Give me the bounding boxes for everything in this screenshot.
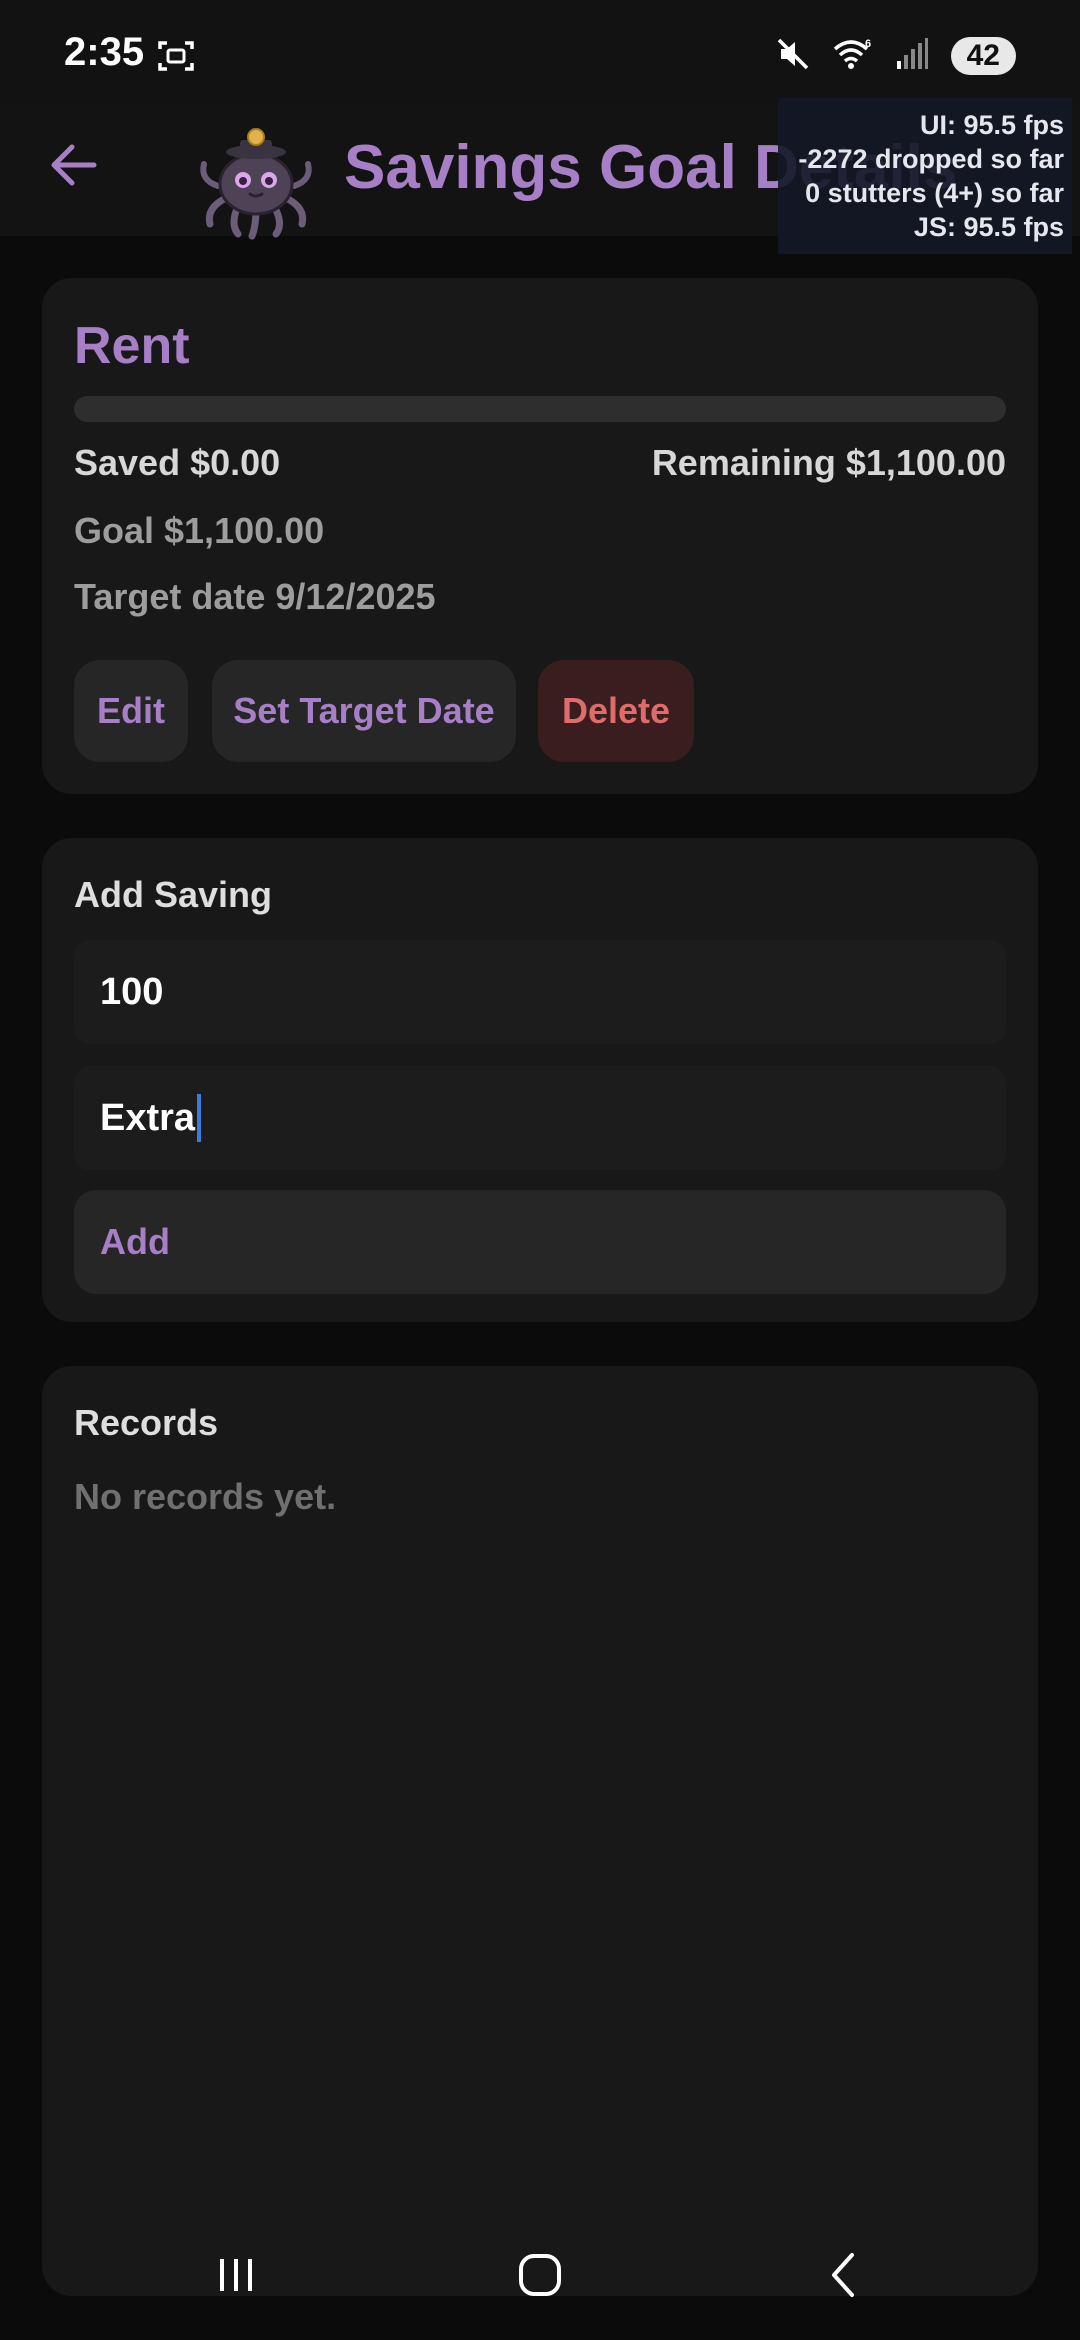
set-target-date-button[interactable]: Set Target Date [212,660,516,762]
amount-input-value: 100 [100,970,164,1013]
records-empty-message: No records yet. [74,1476,337,1517]
add-saving-button[interactable]: Add [74,1190,1006,1294]
goal-summary-card: Rent Saved $0.00 Remaining $1,100.00 Goa… [42,278,1038,794]
perf-dropped-frames: -2272 dropped so far [798,144,1064,174]
goal-amount: Goal $1,100.00 [74,510,325,551]
home-icon [519,2254,561,2296]
back-button[interactable] [40,132,106,198]
app-screen: 2:35 6 42 Savings Goal Details UI: 95.5 … [0,0,1080,2340]
perf-monitor-overlay: UI: 95.5 fps -2272 dropped so far 0 stut… [778,98,1072,254]
signal-icon [895,37,929,76]
mute-icon [775,36,811,77]
delete-button[interactable]: Delete [538,660,694,762]
status-bar: 2:35 6 42 [0,0,1080,110]
perf-ui-fps: UI: 95.5 fps [919,110,1064,140]
perf-stutters: 0 stutters (4+) so far [805,178,1064,208]
recents-button[interactable] [196,2240,276,2310]
goal-name: Rent [74,317,190,375]
text-caret [197,1094,202,1142]
records-title: Records [74,1402,219,1443]
status-time: 2:35 [64,30,145,74]
recents-icon [220,2259,252,2291]
note-input[interactable]: Extra [74,1066,1006,1170]
back-icon [832,2253,854,2297]
battery-indicator: 42 [950,37,1016,75]
amount-input[interactable]: 100 [74,940,1006,1044]
edit-button[interactable]: Edit [74,660,188,762]
remaining-amount: Remaining $1,100.00 [651,442,1006,483]
target-date: Target date 9/12/2025 [74,576,436,617]
home-button[interactable] [500,2240,580,2310]
back-arrow-icon [51,144,97,186]
status-icons: 6 42 [775,36,1016,76]
octopus-mascot-logo [196,128,316,240]
wifi-icon: 6 [833,37,873,76]
goal-progress-bar [74,396,1006,422]
add-saving-title: Add Saving [74,874,273,915]
perf-js-fps: JS: 95.5 fps [913,212,1064,242]
add-saving-card: Add Saving 100 Extra Add [42,838,1038,1322]
system-back-button[interactable] [804,2240,884,2310]
screenshot-icon [158,40,194,72]
saved-amount: Saved $0.00 [74,442,281,483]
svg-text:6: 6 [865,38,871,50]
note-input-value: Extra [100,1096,196,1139]
records-card: Records No records yet. [42,1366,1038,2296]
system-nav-bar [0,2220,1080,2330]
